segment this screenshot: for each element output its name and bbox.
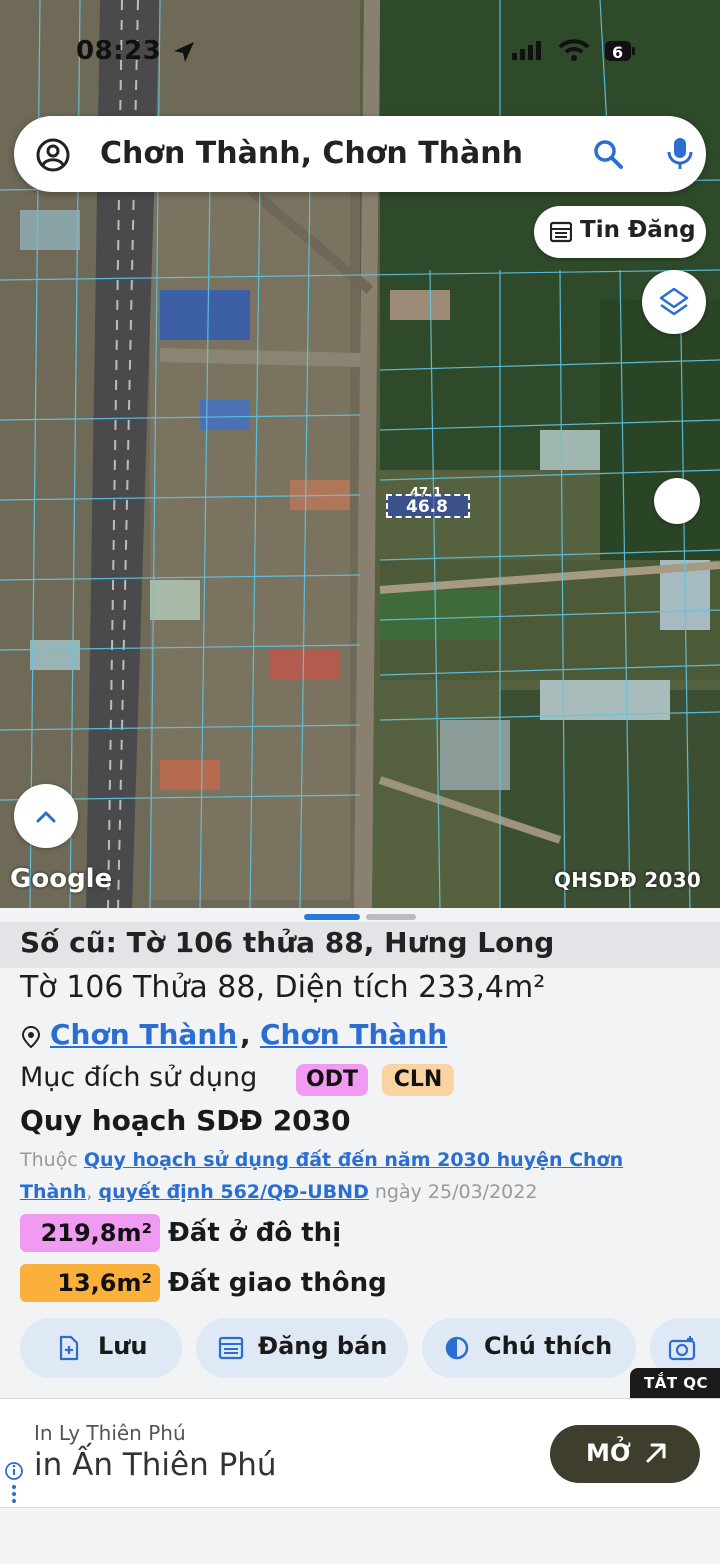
camera-add-icon	[668, 1336, 696, 1361]
area-value-badge: 219,8m²	[20, 1214, 160, 1252]
area-type-label: Đất giao thông	[168, 1268, 387, 1298]
post-sale-label: Đăng bán	[258, 1332, 388, 1360]
ad-open-label: MỞ	[586, 1439, 631, 1467]
save-label: Lưu	[98, 1332, 148, 1360]
plan-source-separator: ,	[86, 1181, 93, 1203]
map-view[interactable]: 08:23 6 Chơn Thành, Chơn Thành Tin Đăng …	[0, 0, 720, 910]
decision-link[interactable]: quyết định 562/QĐ-UBND	[98, 1181, 368, 1203]
status-time: 08:23	[76, 36, 162, 66]
plan-heading: Quy hoạch SDĐ 2030	[20, 1104, 351, 1137]
tin-dang-label: Tin Đăng	[580, 217, 696, 243]
save-button[interactable]: Lưu	[20, 1318, 182, 1378]
close-ad-label: TẮT QC	[644, 1374, 709, 1392]
status-bar: 08:23 6	[0, 30, 720, 76]
parcel-title: Tờ 106 Thửa 88, Diện tích 233,4m²	[20, 970, 546, 1005]
wifi-icon	[558, 39, 590, 61]
mic-icon[interactable]	[664, 136, 696, 172]
ad-subtitle: In Ly Thiên Phú	[34, 1421, 186, 1445]
battery-level: 6	[612, 43, 623, 62]
old-parcel-id-bar: Số cũ: Tờ 106 thửa 88, Hưng Long	[0, 922, 720, 968]
old-parcel-id: Số cũ: Tờ 106 thửa 88, Hưng Long	[20, 926, 555, 959]
usage-purpose-label: Mục đích sử dụng	[20, 1062, 258, 1093]
area-type-label: Đất ở đô thị	[168, 1218, 342, 1248]
layers-button[interactable]	[642, 270, 706, 334]
account-icon[interactable]	[36, 138, 70, 172]
close-ad-button[interactable]: TẮT QC	[630, 1368, 720, 1398]
parcel-info-sheet: Số cũ: Tờ 106 thửa 88, Hưng Long Tờ 106 …	[0, 908, 720, 1398]
chevron-up-icon	[36, 811, 56, 823]
legend-button[interactable]: Chú thích	[422, 1318, 636, 1378]
selected-parcel[interactable]: 46.8	[386, 494, 470, 518]
parcel-dimension-label: 46.8	[406, 497, 448, 517]
sheet-handle[interactable]	[366, 914, 416, 920]
listing-icon	[218, 1336, 244, 1360]
ad-info-icon[interactable]	[4, 1461, 24, 1505]
layers-icon	[659, 287, 689, 316]
location-link-ward[interactable]: Chơn Thành	[260, 1018, 447, 1051]
map-control-dot[interactable]	[654, 478, 700, 524]
listing-icon	[550, 221, 572, 243]
bottom-safe-area	[0, 1508, 720, 1564]
expand-sheet-button[interactable]	[14, 784, 78, 848]
search-query[interactable]: Chơn Thành, Chơn Thành	[100, 136, 523, 171]
ad-open-button[interactable]: MỞ	[550, 1425, 700, 1483]
plan-source: Thuộc Quy hoạch sử dụng đất đến năm 2030…	[20, 1144, 690, 1208]
location-pin-icon	[22, 1026, 40, 1048]
location-separator: ,	[240, 1018, 251, 1051]
add-file-icon	[59, 1335, 79, 1361]
arrow-up-right-icon	[646, 1443, 666, 1463]
area-value-badge: 13,6m²	[20, 1264, 160, 1302]
contrast-icon	[445, 1336, 469, 1360]
purpose-tag-odt: ODT	[296, 1064, 368, 1096]
purpose-tag-cln: CLN	[382, 1064, 454, 1096]
ad-banner[interactable]: In Ly Thiên Phú in Ấn Thiên Phú MỞ	[0, 1398, 720, 1508]
plan-source-prefix: Thuộc	[20, 1149, 78, 1171]
plan-date: ngày 25/03/2022	[374, 1181, 538, 1203]
ad-title: in Ấn Thiên Phú	[34, 1447, 277, 1483]
layer-badge: QHSDĐ 2030	[554, 868, 702, 892]
google-logo: Google	[10, 864, 113, 894]
search-bar[interactable]: Chơn Thành, Chơn Thành	[14, 116, 706, 192]
sheet-handle-active[interactable]	[304, 914, 360, 920]
battery-icon: 6	[605, 41, 635, 62]
tin-dang-button[interactable]: Tin Đăng	[534, 206, 706, 258]
search-icon[interactable]	[592, 138, 624, 170]
legend-label: Chú thích	[484, 1332, 613, 1360]
location-link-district[interactable]: Chơn Thành	[50, 1018, 237, 1051]
post-sale-button[interactable]: Đăng bán	[196, 1318, 408, 1378]
location-arrow-icon	[174, 42, 194, 62]
signal-icon	[512, 41, 541, 60]
